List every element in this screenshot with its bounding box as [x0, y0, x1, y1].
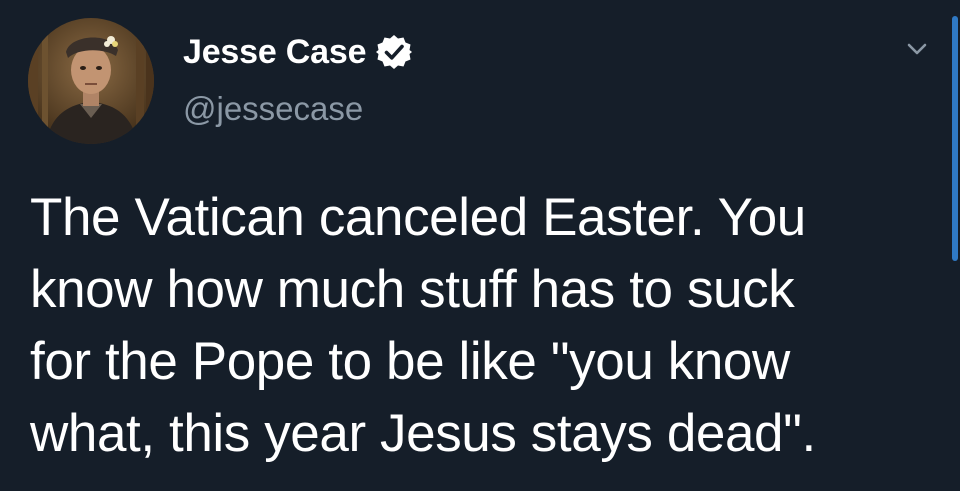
tweet-card: Jesse Case @jessecase The Vatican cancel… [0, 0, 960, 491]
author-name-row[interactable]: Jesse Case [183, 30, 413, 74]
scrollbar-thumb[interactable] [952, 16, 958, 261]
tweet-text-line: for the Pope to be like "you know [30, 332, 790, 391]
author-handle[interactable]: @jessecase [183, 90, 363, 128]
tweet-text-line: The Vatican canceled Easter. You [30, 188, 806, 247]
tweet-text-line: know how much stuff has to suck [30, 260, 795, 319]
tweet-text-line: what, this year Jesus stays dead". [30, 404, 816, 463]
author-display-name[interactable]: Jesse Case [183, 33, 366, 72]
verified-badge-icon [375, 33, 413, 71]
avatar-photo-icon [28, 18, 154, 144]
tweet-body: The Vatican canceled Easter. You know ho… [30, 182, 935, 470]
chevron-down-icon[interactable] [899, 34, 935, 64]
author-avatar[interactable] [28, 18, 154, 144]
